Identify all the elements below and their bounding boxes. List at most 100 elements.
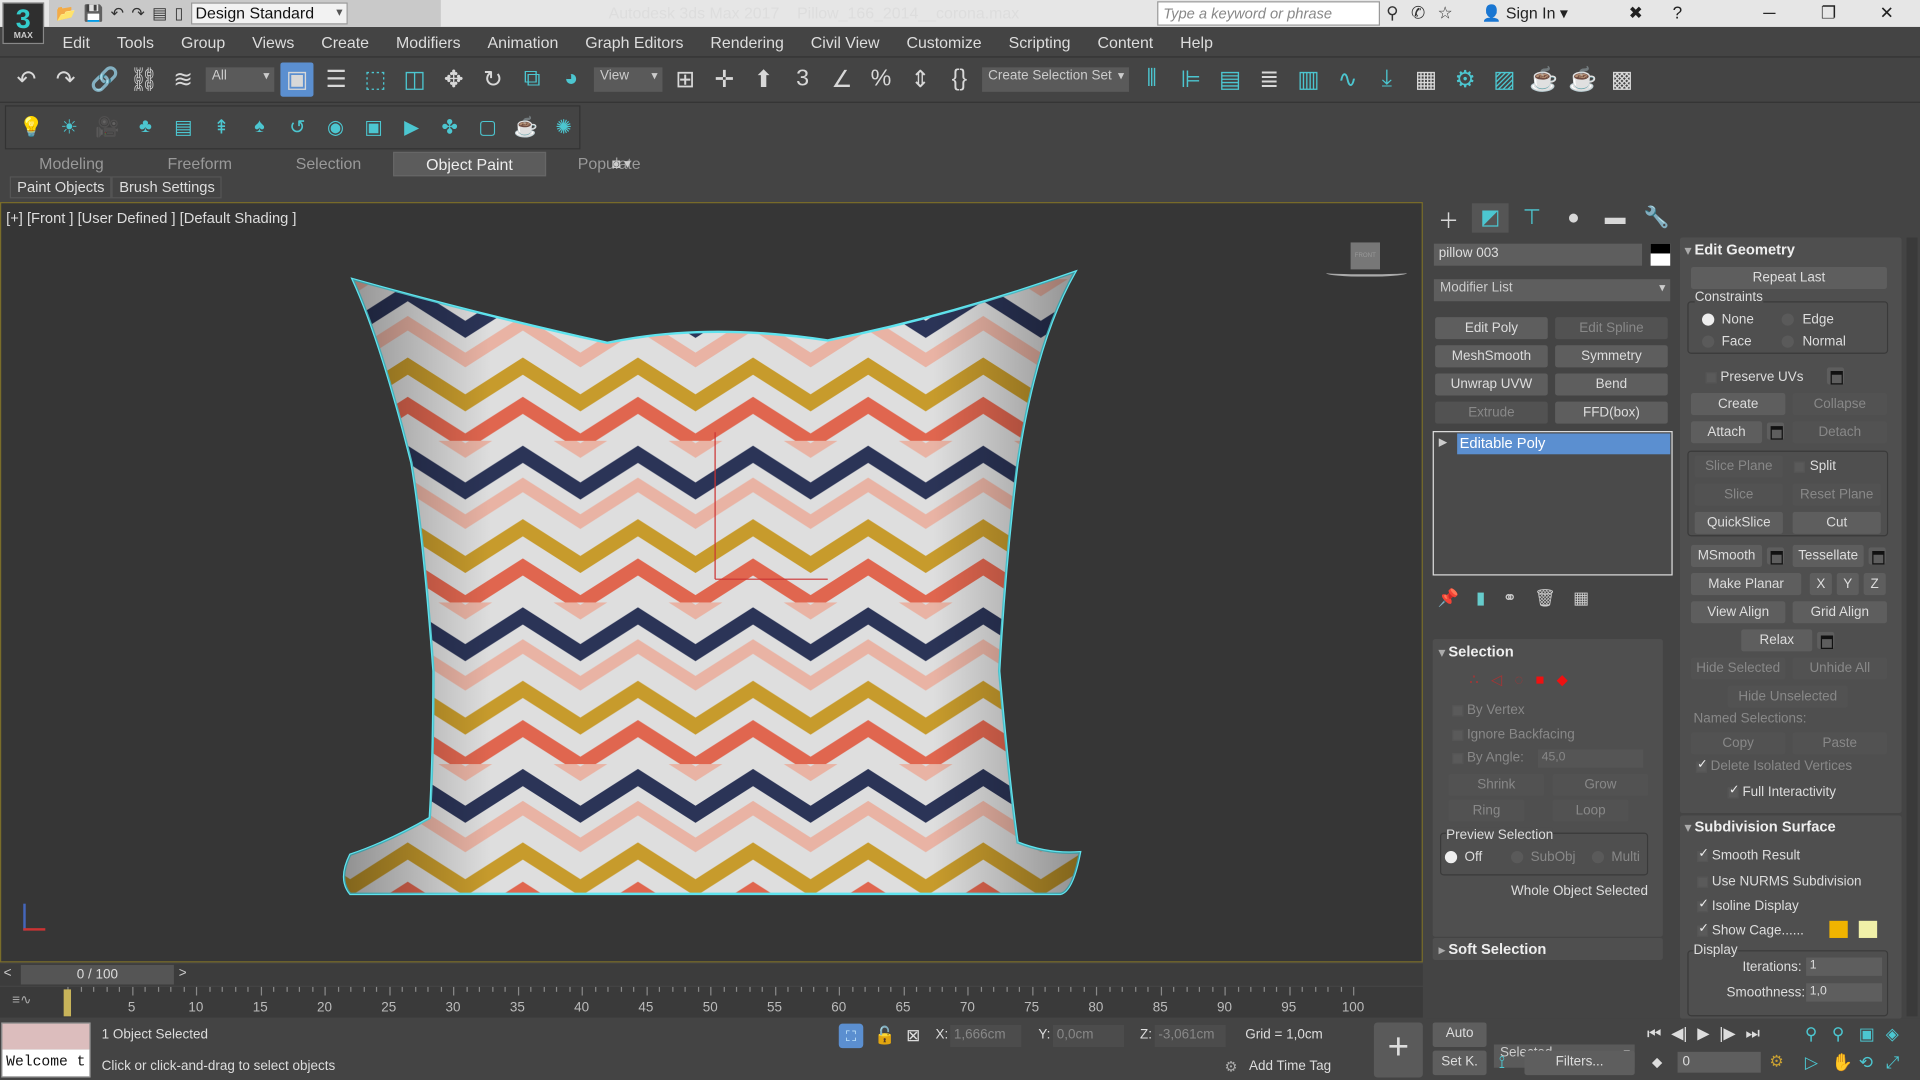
curve-editor-icon[interactable]: ∿: [1331, 62, 1364, 96]
menu-customize[interactable]: Customize: [893, 32, 995, 50]
hide-unselected-button[interactable]: Hide Unselected: [1727, 685, 1848, 708]
percent-snap-icon[interactable]: %: [864, 62, 897, 96]
modifier-button-edit-poly[interactable]: Edit Poly: [1435, 317, 1548, 340]
smoothness-spinner[interactable]: 1,0: [1806, 983, 1883, 1002]
help-icon[interactable]: ?: [1673, 2, 1683, 22]
ribbon-tab-freeform[interactable]: Freeform: [136, 152, 264, 176]
time-slider[interactable]: [0, 963, 1423, 986]
ribbon-tab-object-paint[interactable]: Object Paint: [393, 151, 546, 177]
relax-settings-icon[interactable]: [1817, 631, 1835, 649]
favorites-icon[interactable]: ☆: [1438, 2, 1453, 23]
render-icon[interactable]: ☕: [1527, 62, 1560, 96]
ignore-backfacing-checkbox[interactable]: [1452, 729, 1464, 741]
smooth-result-checkbox[interactable]: [1697, 847, 1709, 863]
object-color-swatch[interactable]: [1650, 243, 1671, 266]
teapot-icon[interactable]: ☕: [510, 110, 541, 144]
maxscript-input[interactable]: Welcome t: [2, 1049, 90, 1077]
full-interactivity-checkbox[interactable]: [1727, 784, 1739, 799]
viewport-front[interactable]: [+] [Front ] [User Defined ] [Default Sh…: [0, 202, 1423, 963]
angle-snap-icon[interactable]: ∠: [825, 62, 858, 96]
brush-settings-button[interactable]: Brush Settings: [111, 176, 223, 199]
detach-button[interactable]: Detach: [1792, 421, 1887, 444]
loop-button[interactable]: Loop: [1552, 799, 1629, 822]
rotate-icon[interactable]: ↻: [476, 62, 509, 96]
window-icon[interactable]: ▢: [472, 110, 503, 144]
edge-icon[interactable]: ◁: [1491, 671, 1502, 688]
menu-content[interactable]: Content: [1084, 32, 1167, 50]
constraint-normal-radio[interactable]: [1781, 335, 1794, 348]
msmooth-settings-icon[interactable]: [1766, 547, 1785, 565]
modifier-button-meshsmooth[interactable]: MeshSmooth: [1435, 345, 1548, 368]
menu-scripting[interactable]: Scripting: [995, 32, 1084, 50]
copy-button[interactable]: Copy: [1691, 732, 1786, 755]
layer-explorer-icon[interactable]: ▤: [1213, 62, 1246, 96]
timeline-track[interactable]: 5 10 15 20 25 30 35 40 45 50 55 60 65 70 75 80 85 90 95 100: [0, 986, 1423, 1018]
move-icon[interactable]: ✥: [437, 62, 470, 96]
app-menu-button[interactable]: 3 MAX: [2, 2, 45, 45]
shrink-button[interactable]: Shrink: [1448, 773, 1545, 796]
preview-multi-radio[interactable]: [1591, 851, 1605, 864]
msmooth-button[interactable]: MSmooth: [1691, 544, 1763, 567]
zoom-extents-icon[interactable]: ▣: [1859, 1024, 1886, 1045]
next-frame-icon[interactable]: |▶: [1719, 1024, 1735, 1044]
orbit-icon[interactable]: ⟲: [1859, 1052, 1886, 1073]
rendered-frame-icon[interactable]: ▨: [1488, 62, 1521, 96]
redo-icon[interactable]: ↷: [49, 62, 82, 96]
constraint-edge-radio[interactable]: [1781, 313, 1794, 326]
ribbon-tab-selection[interactable]: Selection: [264, 152, 393, 176]
iterations-spinner[interactable]: 1: [1806, 957, 1883, 976]
x-coordinate[interactable]: 1,666cm: [950, 1024, 1022, 1047]
spinner-snap-icon[interactable]: ⇕: [904, 62, 937, 96]
trees-icon[interactable]: ♣: [130, 110, 161, 144]
angle-spinner[interactable]: 45,0: [1537, 749, 1644, 768]
light-icon[interactable]: 💡: [16, 110, 47, 144]
add-time-tag[interactable]: Add Time Tag: [1249, 1059, 1331, 1074]
polygon-icon[interactable]: ■: [1536, 671, 1545, 688]
delete-isolated-checkbox[interactable]: [1695, 758, 1707, 773]
current-frame-spinner[interactable]: 0: [1677, 1051, 1761, 1073]
subdivision-header[interactable]: Subdivision Surface: [1685, 818, 1835, 835]
preview-subobj-radio[interactable]: [1511, 851, 1524, 864]
key-mode-icon[interactable]: ⟟: [1499, 1052, 1505, 1073]
menu-animation[interactable]: Animation: [474, 32, 572, 50]
split-checkbox[interactable]: [1793, 461, 1805, 473]
hide-selected-button[interactable]: Hide Selected: [1691, 657, 1786, 680]
curve-editor-mini-icon[interactable]: ≡∿: [12, 992, 31, 1008]
command-panel-scrollbar[interactable]: [1906, 237, 1918, 1017]
window-crossing-icon[interactable]: ◫: [398, 62, 431, 96]
show-cage-checkbox[interactable]: [1697, 922, 1709, 937]
list-icon[interactable]: ▤: [168, 110, 199, 144]
grid-align-button[interactable]: Grid Align: [1792, 601, 1887, 624]
remove-modifier-icon[interactable]: 🗑: [1534, 588, 1556, 609]
modifier-button-extrude[interactable]: Extrude: [1435, 401, 1548, 424]
pin-stack-icon[interactable]: 📌: [1438, 588, 1459, 609]
project-icon[interactable]: ▤: [152, 4, 167, 24]
play-icon[interactable]: ▶: [1697, 1024, 1709, 1044]
ribbon-options-icon[interactable]: ◙ ▾: [612, 156, 631, 172]
cage-color-1[interactable]: [1829, 920, 1848, 938]
key-mode-toggle-icon[interactable]: ◆: [1652, 1054, 1662, 1071]
element-icon[interactable]: ◆: [1557, 671, 1568, 688]
tree-icon[interactable]: ♠: [244, 110, 275, 144]
menu-views[interactable]: Views: [239, 32, 308, 50]
modifier-button-bend[interactable]: Bend: [1555, 373, 1668, 396]
prev-frame-button[interactable]: <: [4, 966, 12, 981]
menu-rendering[interactable]: Rendering: [697, 32, 797, 50]
sun-icon[interactable]: ☀: [54, 110, 85, 144]
pivot-icon[interactable]: ⊞: [669, 62, 702, 96]
soft-selection-header[interactable]: Soft Selection: [1439, 940, 1546, 957]
modify-tab-icon[interactable]: ◩: [1471, 203, 1509, 233]
pine-icon[interactable]: ⇞: [206, 110, 237, 144]
field-of-view-icon[interactable]: ▷: [1805, 1052, 1832, 1073]
reset-icon[interactable]: ↺: [282, 110, 313, 144]
menu-graph-editors[interactable]: Graph Editors: [572, 32, 697, 50]
expand-arrow-icon[interactable]: ▶: [1439, 436, 1447, 449]
y-coordinate[interactable]: 0,0cm: [1053, 1024, 1125, 1047]
maximize-viewport-icon[interactable]: ⤢: [1886, 1052, 1913, 1073]
reference-coordinate-dropdown[interactable]: View: [593, 67, 663, 92]
bulb-icon[interactable]: ✺: [548, 110, 579, 144]
viewcube-ring[interactable]: [1326, 269, 1407, 277]
render-iterative-icon[interactable]: ☕: [1566, 62, 1599, 96]
paste-button[interactable]: Paste: [1792, 732, 1887, 755]
object-name-input[interactable]: pillow 003: [1433, 243, 1643, 266]
